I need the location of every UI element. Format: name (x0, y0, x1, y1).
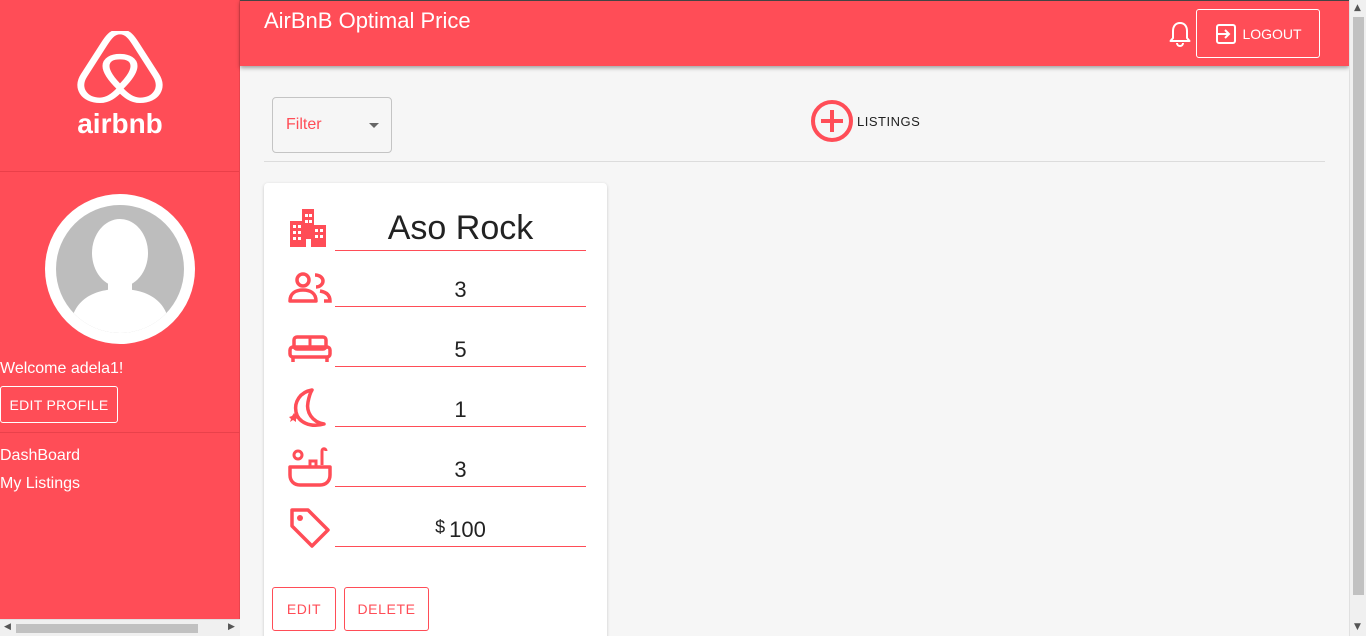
filter-label: Filter (286, 116, 322, 133)
add-listing-label: LISTINGS (857, 113, 921, 129)
scrollbar-thumb[interactable] (1353, 17, 1364, 595)
avatar-placeholder (56, 205, 184, 333)
welcome-text: Welcome adela1! (0, 360, 124, 377)
bathrooms-field[interactable]: 3 (335, 453, 586, 487)
logo-text: airbnb (77, 108, 163, 139)
listing-card: Aso Rock 3 5 1 3 $100 EDIT DELETE (264, 183, 607, 636)
user-silhouette-icon (70, 219, 170, 333)
exit-to-app-icon (1216, 23, 1237, 44)
logo-area: airbnb (0, 0, 239, 172)
bathtub-icon (288, 447, 332, 487)
price-tag-icon (290, 508, 330, 548)
avatar[interactable] (45, 194, 195, 344)
sidebar-horizontal-scrollbar[interactable]: ◀ ▶ (0, 619, 240, 636)
app-title: AirBnB Optimal Price (264, 8, 471, 33)
sidebar-item-dashboard[interactable]: DashBoard (0, 447, 80, 465)
price-value: 100 (449, 517, 486, 542)
bell-icon[interactable] (1169, 21, 1191, 47)
scroll-up-arrow-icon[interactable]: ▲ (1354, 3, 1361, 13)
filter-select[interactable]: Filter (272, 97, 392, 153)
min-nights-field[interactable]: 1 (335, 393, 586, 427)
beds-field[interactable]: 5 (335, 333, 586, 367)
moon-icon (289, 388, 326, 427)
toolbar-divider (264, 161, 1325, 162)
logout-button[interactable]: LOGOUT (1196, 9, 1320, 58)
edit-profile-button[interactable]: EDIT PROFILE (0, 386, 118, 423)
caret-down-icon (369, 123, 379, 128)
scrollbar-thumb[interactable] (16, 624, 198, 633)
scroll-left-arrow-icon[interactable]: ◀ (4, 622, 11, 632)
add-circle-icon (811, 100, 853, 142)
listing-name-field[interactable]: Aso Rock (335, 205, 586, 251)
logout-label: LOGOUT (1242, 25, 1302, 42)
page-vertical-scrollbar[interactable]: ▲ ▼ (1349, 0, 1366, 636)
app-header: AirBnB Optimal Price LOGOUT (240, 0, 1349, 66)
sidebar-item-my-listings[interactable]: My Listings (0, 475, 80, 493)
sidebar: airbnb Welcome adela1! EDIT PROFILE Dash… (0, 0, 240, 636)
sidebar-divider (0, 432, 240, 433)
scroll-right-arrow-icon[interactable]: ▶ (228, 622, 235, 632)
scroll-down-arrow-icon[interactable]: ▼ (1354, 622, 1361, 632)
price-field[interactable]: $100 (335, 513, 586, 547)
add-listing-button[interactable]: LISTINGS (810, 99, 920, 143)
building-icon (290, 209, 326, 247)
guests-field[interactable]: 3 (335, 273, 586, 307)
bed-icon (288, 335, 332, 362)
airbnb-logo: airbnb (77, 30, 163, 139)
edit-listing-button[interactable]: EDIT (272, 587, 336, 631)
currency-symbol: $ (435, 517, 446, 537)
people-icon (288, 272, 332, 303)
delete-listing-button[interactable]: DELETE (344, 587, 429, 631)
